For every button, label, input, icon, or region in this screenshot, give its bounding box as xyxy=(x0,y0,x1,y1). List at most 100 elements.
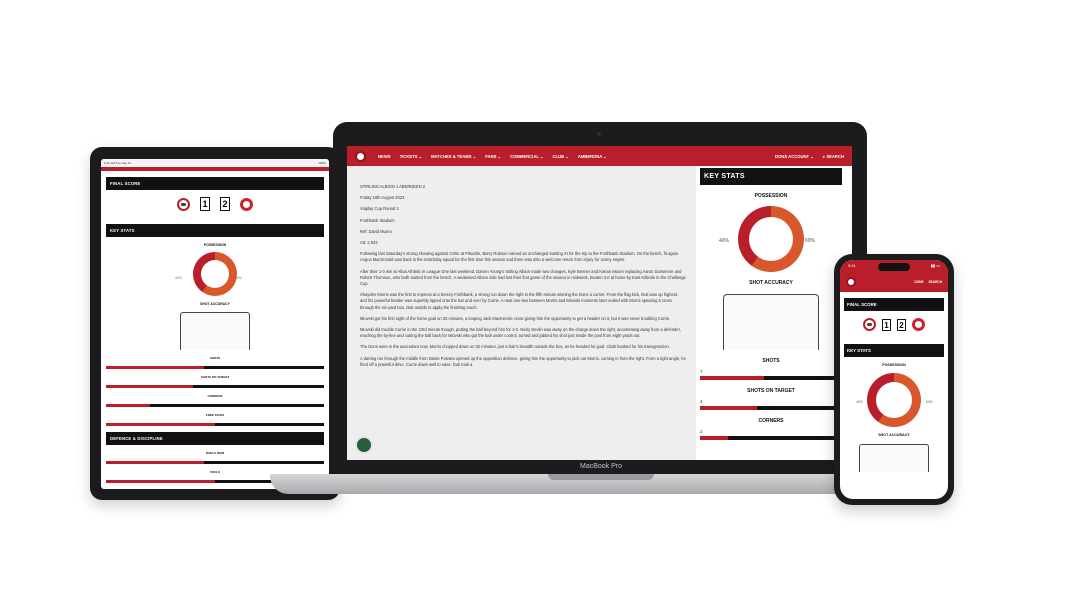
phone-navigation: DONS SEARCH xyxy=(840,272,948,292)
article-paragraph: Viaplay Cup Round 2 xyxy=(360,206,399,212)
phone-screen: 9:41 ▮▮ ▭ DONS SEARCH FINAL SCORE 1 2 KE… xyxy=(840,260,948,499)
article-paragraph: Shayden Morris was the first to impress … xyxy=(360,292,679,310)
stat-bar xyxy=(700,436,842,440)
stat-bar-fill xyxy=(700,406,757,410)
article-paragraph: Ref: David Munro xyxy=(360,228,392,234)
phone-key-stats-heading: KEY STATS xyxy=(844,344,944,357)
tablet-stat-bar-fill xyxy=(106,423,215,426)
signal-battery-icon: ▮▮ ▭ xyxy=(930,263,940,268)
phone-stirling-albion-crest-icon xyxy=(863,318,876,331)
tablet-final-score-heading: FINAL SCORE xyxy=(106,177,324,190)
phone-scoreline: 1 2 xyxy=(840,311,948,338)
nav-search-label: SEARCH xyxy=(826,153,844,159)
phone-possession-label: POSSESSION xyxy=(882,363,906,367)
shot-accuracy-label: SHOT ACCURACY xyxy=(749,280,793,286)
article-paragraph: Forthbank Stadium xyxy=(360,217,395,223)
stat-bar-fill xyxy=(700,376,764,380)
nav-account-menu[interactable]: DONS ACCOUNT ⌄ xyxy=(775,154,814,159)
tablet-key-stats-heading: KEY STATS xyxy=(106,224,324,237)
tablet-status-battery: 100% xyxy=(318,161,326,165)
tablet-stat-bar-fill xyxy=(106,480,215,483)
tablet-stat-label: CORNERS xyxy=(207,394,223,398)
stat-bar xyxy=(700,406,842,410)
tablet-possession-label: POSSESSION xyxy=(203,243,227,247)
stat-value: 2 xyxy=(700,429,703,434)
phone-account-link[interactable]: DONS xyxy=(914,280,923,284)
nav-item-club[interactable]: CLUB ⌄ xyxy=(553,154,569,159)
stat-bar-fill xyxy=(700,436,729,440)
nav-item-amberdna[interactable]: AMBERDNA ⌄ xyxy=(578,154,607,159)
tablet-stat-bar xyxy=(106,423,324,426)
tablet-shot-accuracy-label: SHOT ACCURACY xyxy=(200,302,230,306)
tablet-home-score: 1 xyxy=(200,197,210,211)
possession-donut xyxy=(738,206,804,272)
phone-status-time: 9:41 xyxy=(848,263,856,268)
phone-aberdeen-crest-icon xyxy=(912,318,925,331)
tablet-stat-bar xyxy=(106,461,324,464)
possession-chart: 40% 60% xyxy=(700,206,842,272)
phone-final-score-heading: FINAL SCORE xyxy=(844,298,944,311)
nav-search[interactable]: ⌕ SEARCH xyxy=(823,154,844,159)
tablet-stat-bar-fill xyxy=(106,366,205,369)
dynamic-island xyxy=(878,263,910,271)
tablet-stat-label: SHOTS xyxy=(209,356,221,360)
phone-goal-graphic xyxy=(859,444,929,472)
stat-bar xyxy=(700,376,842,380)
phone-away-score: 2 xyxy=(897,318,906,331)
tablet-stat-bar-fill xyxy=(106,404,150,407)
tablet-stat-bar xyxy=(106,385,324,388)
key-stats-sidebar: KEY STATS POSSESSION 40% 60% SHOT ACCURA… xyxy=(696,166,852,460)
stat-label: CORNERS xyxy=(758,418,784,424)
article-paragraph: The Dons were in the ascendant now, Morr… xyxy=(360,344,670,350)
phone-device: 9:41 ▮▮ ▭ DONS SEARCH FINAL SCORE 1 2 KE… xyxy=(834,254,954,505)
stat-label: SHOTS ON TARGET xyxy=(747,388,795,394)
goal-graphic xyxy=(723,294,819,350)
phone-search-link[interactable]: SEARCH xyxy=(929,280,942,284)
possession-label: POSSESSION xyxy=(754,193,788,199)
stat-label: SHOTS xyxy=(762,358,780,364)
nav-item-fans[interactable]: FANS ⌄ xyxy=(485,154,501,159)
club-crest-icon[interactable] xyxy=(355,150,366,162)
tablet-possession-donut xyxy=(193,252,237,296)
tablet-device: 9:41 AM Tue Sep 12 100% FINAL SCORE 1 2 … xyxy=(90,147,340,500)
webcam-icon xyxy=(597,132,601,136)
article-paragraph: After their 1-0 win at Alloa Athletic in… xyxy=(360,268,686,287)
laptop-screen: NEWS TICKETS ⌄ MATCHES & TEAMS ⌄ FANS ⌄ … xyxy=(347,146,852,460)
nav-item-news[interactable]: NEWS xyxy=(378,154,391,159)
possession-away-value: 60% xyxy=(805,238,816,244)
aberdeen-crest-icon xyxy=(240,197,253,211)
article-paragraph: Following last Saturday's strong showing… xyxy=(360,251,678,263)
chat-widget-button[interactable] xyxy=(355,436,373,454)
nav-item-matches-teams[interactable]: MATCHES & TEAMS ⌄ xyxy=(431,154,476,159)
tablet-possession-away: 60% xyxy=(235,276,242,280)
article-paragraph: A darting run through the middle from Da… xyxy=(360,355,686,367)
tablet-possession-chart: 40% 60% xyxy=(101,252,329,296)
tablet-stat-label: FREE KICKS xyxy=(205,413,225,417)
laptop-brand-label: MacBook Pro xyxy=(579,463,623,470)
tablet-stat-bar-fill xyxy=(106,461,205,464)
tablet-stat-label: SHOTS ON TARGET xyxy=(200,375,230,379)
tablet-top-bar xyxy=(101,167,329,171)
tablet-away-score: 2 xyxy=(220,197,230,211)
key-stats-heading: KEY STATS xyxy=(700,168,842,185)
possession-home-value: 40% xyxy=(719,238,730,244)
tablet-goal-graphic xyxy=(180,312,250,350)
tablet-status-time: 9:41 AM Tue Sep 12 xyxy=(104,161,132,165)
tablet-discipline-heading: DEFENCE & DISCIPLINE xyxy=(106,432,324,445)
phone-possession-chart: 40% 60% xyxy=(840,373,948,427)
site-navigation: NEWS TICKETS ⌄ MATCHES & TEAMS ⌄ FANS ⌄ … xyxy=(347,146,852,166)
phone-shot-accuracy-label: SHOT ACCURACY xyxy=(878,433,910,437)
tablet-stat-label: DUELS WON xyxy=(205,451,225,455)
nav-item-commercial[interactable]: COMMERCIAL ⌄ xyxy=(510,154,543,159)
tablet-possession-home: 40% xyxy=(175,276,182,280)
phone-club-crest-icon[interactable] xyxy=(846,277,856,287)
key-stats-list: SHOTS 7 SHOTS ON TARGET 4 CORNERS 2 xyxy=(700,358,842,440)
article-paragraph: Friday 18th August 2023 xyxy=(360,195,405,201)
stirling-albion-crest-icon xyxy=(177,197,190,211)
match-report-body: STIRLING ALBION 1 ABERDEEN 2 Friday 18th … xyxy=(347,166,852,460)
tablet-status-bar: 9:41 AM Tue Sep 12 100% xyxy=(101,159,329,167)
nav-item-tickets[interactable]: TICKETS ⌄ xyxy=(400,154,423,159)
article-paragraph: Miovski did trouble Currie in the 23rd m… xyxy=(360,327,681,339)
tablet-stat-bar xyxy=(106,404,324,407)
phone-possession-home: 40% xyxy=(856,400,863,404)
